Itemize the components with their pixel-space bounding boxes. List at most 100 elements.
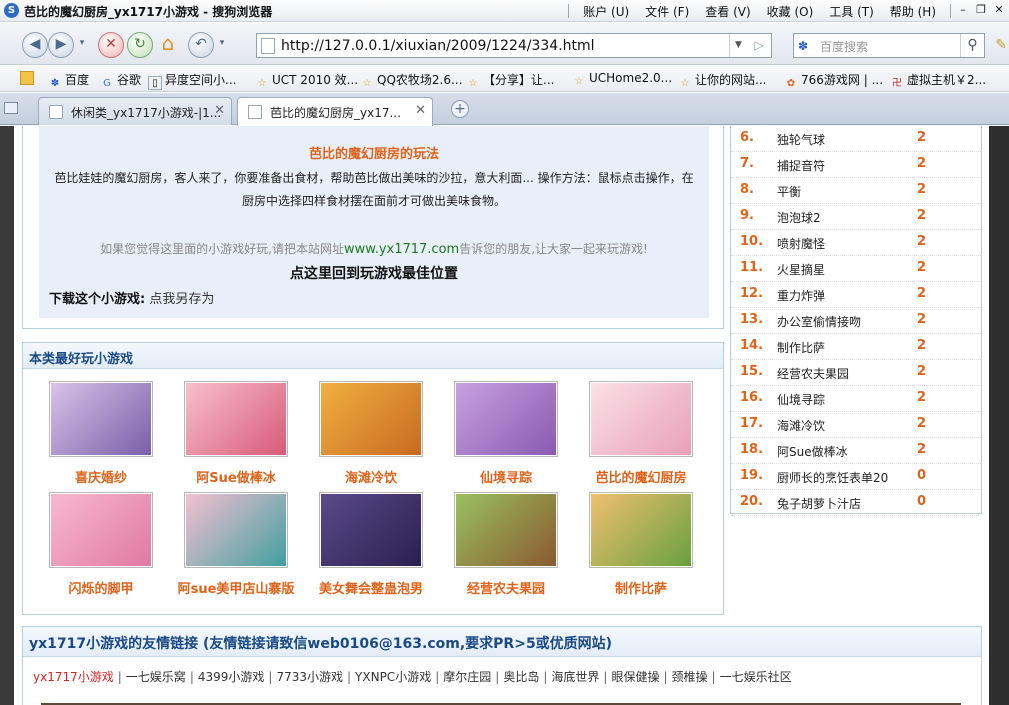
game-thumbnail[interactable] bbox=[454, 381, 558, 457]
game-thumbnail[interactable] bbox=[454, 492, 558, 568]
fav-website[interactable]: ☆ 让你的网站... bbox=[678, 71, 767, 91]
rank-game-link[interactable]: 独轮气球 bbox=[777, 131, 825, 148]
rank-game-link[interactable]: 兔子胡萝卜汁店 bbox=[777, 495, 861, 512]
ranking-row[interactable]: 15. 经营农夫果园 2 bbox=[731, 360, 981, 386]
game-card[interactable]: 阿Sue做棒冰 bbox=[184, 381, 288, 486]
rank-game-link[interactable]: 制作比萨 bbox=[777, 339, 825, 356]
sidebar-toggle-icon[interactable] bbox=[4, 102, 18, 114]
friend-link[interactable]: 一七娱乐社区 bbox=[720, 670, 792, 684]
ranking-row[interactable]: 12. 重力炸弹 2 bbox=[731, 282, 981, 308]
search-placeholder[interactable]: 百度搜索 bbox=[820, 38, 868, 55]
undo-close-icon[interactable]: ↶ bbox=[188, 32, 214, 58]
ranking-row[interactable]: 13. 办公室偷情接吻 2 bbox=[731, 308, 981, 334]
url-text[interactable]: http://127.0.0.1/xiuxian/2009/1224/334.h… bbox=[281, 38, 595, 54]
game-title-link[interactable]: 制作比萨 bbox=[559, 578, 723, 597]
back-to-game-link[interactable]: 点这里回到玩游戏最佳位置 bbox=[39, 263, 709, 283]
ranking-row[interactable]: 20. 兔子胡萝卜汁店 0 bbox=[731, 490, 981, 516]
friend-link[interactable]: 奥比岛 bbox=[503, 670, 539, 684]
game-card[interactable]: 闪烁的脚甲 bbox=[49, 492, 153, 597]
pen-icon[interactable]: ✎ bbox=[995, 37, 1007, 53]
fav-uct[interactable]: ☆ UCT 2010 效... bbox=[255, 71, 359, 91]
menu-view[interactable]: 查看 (V) bbox=[697, 3, 758, 20]
rank-game-link[interactable]: 厨师长的烹饪表单20 bbox=[777, 469, 888, 486]
game-thumbnail[interactable] bbox=[589, 492, 693, 568]
tab-close-icon[interactable]: ✕ bbox=[214, 103, 225, 118]
friend-link[interactable]: YXNPC小游戏 bbox=[355, 670, 431, 684]
minimize-icon[interactable]: – bbox=[957, 3, 969, 16]
friend-link[interactable]: 7733小游戏 bbox=[276, 670, 343, 684]
refresh-icon[interactable]: ↻ bbox=[127, 32, 153, 58]
new-tab-plus-icon[interactable]: + bbox=[451, 100, 469, 118]
game-card[interactable]: 海滩冷饮 bbox=[319, 381, 423, 486]
ranking-row[interactable]: 11. 火星摘星 2 bbox=[731, 256, 981, 282]
game-card[interactable]: 美女舞会整蛊泡男 bbox=[319, 492, 423, 597]
close-icon[interactable]: ✕ bbox=[993, 3, 1005, 16]
ranking-row[interactable]: 8. 平衡 2 bbox=[731, 178, 981, 204]
menu-favorites[interactable]: 收藏 (O) bbox=[759, 3, 822, 20]
friend-link[interactable]: 眼保健操 bbox=[611, 670, 659, 684]
search-box[interactable]: ✽ 百度搜索 ⚲ bbox=[793, 33, 985, 58]
undo-dropdown-icon[interactable]: ▾ bbox=[214, 32, 230, 58]
ranking-row[interactable]: 6. 独轮气球 2 bbox=[731, 126, 981, 152]
menu-help[interactable]: 帮助 (H) bbox=[882, 3, 944, 20]
ranking-row[interactable]: 16. 仙境寻踪 2 bbox=[731, 386, 981, 412]
fav-vhost[interactable]: 卍虚拟主机￥2... bbox=[890, 71, 986, 91]
tab-current[interactable]: 芭比的魔幻厨房_yx17... ✕ bbox=[237, 97, 433, 126]
restore-icon[interactable]: ❐ bbox=[975, 3, 987, 16]
game-thumbnail[interactable] bbox=[184, 492, 288, 568]
ranking-row[interactable]: 18. 阿Sue做棒冰 2 bbox=[731, 438, 981, 464]
friend-link[interactable]: 一七娱乐窝 bbox=[126, 670, 186, 684]
home-icon[interactable]: ⌂ bbox=[155, 32, 181, 58]
fav-yidu[interactable]: ▯ 异度空间小... bbox=[148, 71, 236, 90]
save-as-link[interactable]: 点我另存为 bbox=[149, 292, 214, 307]
favorites-folder-icon[interactable] bbox=[20, 71, 37, 86]
rank-game-link[interactable]: 重力炸弹 bbox=[777, 287, 825, 304]
search-icon[interactable]: ⚲ bbox=[960, 34, 984, 57]
fav-uchome[interactable]: ☆ UCHome2.0... bbox=[572, 71, 673, 89]
game-card[interactable]: 仙境寻踪 bbox=[454, 381, 558, 486]
rank-game-link[interactable]: 泡泡球2 bbox=[777, 209, 821, 226]
stop-icon[interactable]: ✕ bbox=[98, 32, 124, 58]
rank-game-link[interactable]: 办公室偷情接吻 bbox=[777, 313, 861, 330]
fav-qq-farm[interactable]: ☆ QQ农牧场2.6... bbox=[360, 71, 463, 91]
tab-leisure[interactable]: 休闲类_yx1717小游戏-|1... ✕ bbox=[38, 97, 232, 125]
rank-game-link[interactable]: 海滩冷饮 bbox=[777, 417, 825, 434]
forward-arrow-icon[interactable]: ▶ bbox=[48, 32, 74, 58]
game-card[interactable]: 芭比的魔幻厨房 bbox=[589, 381, 693, 486]
rank-game-link[interactable]: 阿Sue做棒冰 bbox=[777, 443, 848, 460]
back-arrow-icon[interactable]: ◀ bbox=[22, 32, 48, 58]
rank-game-link[interactable]: 喷射魔怪 bbox=[777, 235, 825, 252]
friend-link[interactable]: 海底世界 bbox=[551, 670, 599, 684]
tab-close-icon[interactable]: ✕ bbox=[415, 103, 426, 118]
game-thumbnail[interactable] bbox=[319, 381, 423, 457]
fav-766[interactable]: ✿ 766游戏网 | ... bbox=[784, 71, 883, 91]
go-icon[interactable]: ▷ bbox=[749, 34, 769, 57]
ranking-row[interactable]: 10. 喷射魔怪 2 bbox=[731, 230, 981, 256]
game-thumbnail[interactable] bbox=[49, 492, 153, 568]
ranking-row[interactable]: 19. 厨师长的烹饪表单20 0 bbox=[731, 464, 981, 490]
menu-file[interactable]: 文件 (F) bbox=[637, 3, 697, 20]
ranking-row[interactable]: 17. 海滩冷饮 2 bbox=[731, 412, 981, 438]
game-thumbnail[interactable] bbox=[589, 381, 693, 457]
menu-account[interactable]: 账户 (U) bbox=[575, 3, 637, 20]
game-card[interactable]: 经营农夫果园 bbox=[454, 492, 558, 597]
game-thumbnail[interactable] bbox=[184, 381, 288, 457]
friend-link[interactable]: 4399小游戏 bbox=[198, 670, 265, 684]
friend-link[interactable]: yx1717小游戏 bbox=[33, 670, 114, 684]
rank-game-link[interactable]: 平衡 bbox=[777, 183, 801, 200]
fav-share[interactable]: ☆ 【分享】让... bbox=[466, 71, 555, 91]
menu-tools[interactable]: 工具 (T) bbox=[821, 3, 882, 20]
fav-baidu[interactable]: ✽ 百度 bbox=[48, 71, 89, 91]
ranking-row[interactable]: 7. 捕捉音符 2 bbox=[731, 152, 981, 178]
fav-google[interactable]: G 谷歌 bbox=[100, 71, 141, 91]
rank-game-link[interactable]: 经营农夫果园 bbox=[777, 365, 849, 382]
ranking-row[interactable]: 14. 制作比萨 2 bbox=[731, 334, 981, 360]
game-card[interactable]: 阿sue美甲店山寨版 bbox=[178, 492, 294, 597]
ranking-row[interactable]: 9. 泡泡球2 2 bbox=[731, 204, 981, 230]
game-card[interactable]: 喜庆婚纱 bbox=[49, 381, 153, 486]
game-thumbnail[interactable] bbox=[49, 381, 153, 457]
game-title-link[interactable]: 芭比的魔幻厨房 bbox=[559, 467, 723, 486]
rank-game-link[interactable]: 仙境寻踪 bbox=[777, 391, 825, 408]
history-dropdown-icon[interactable]: ▾ bbox=[74, 32, 90, 58]
friend-link[interactable]: 颈椎操 bbox=[672, 670, 708, 684]
